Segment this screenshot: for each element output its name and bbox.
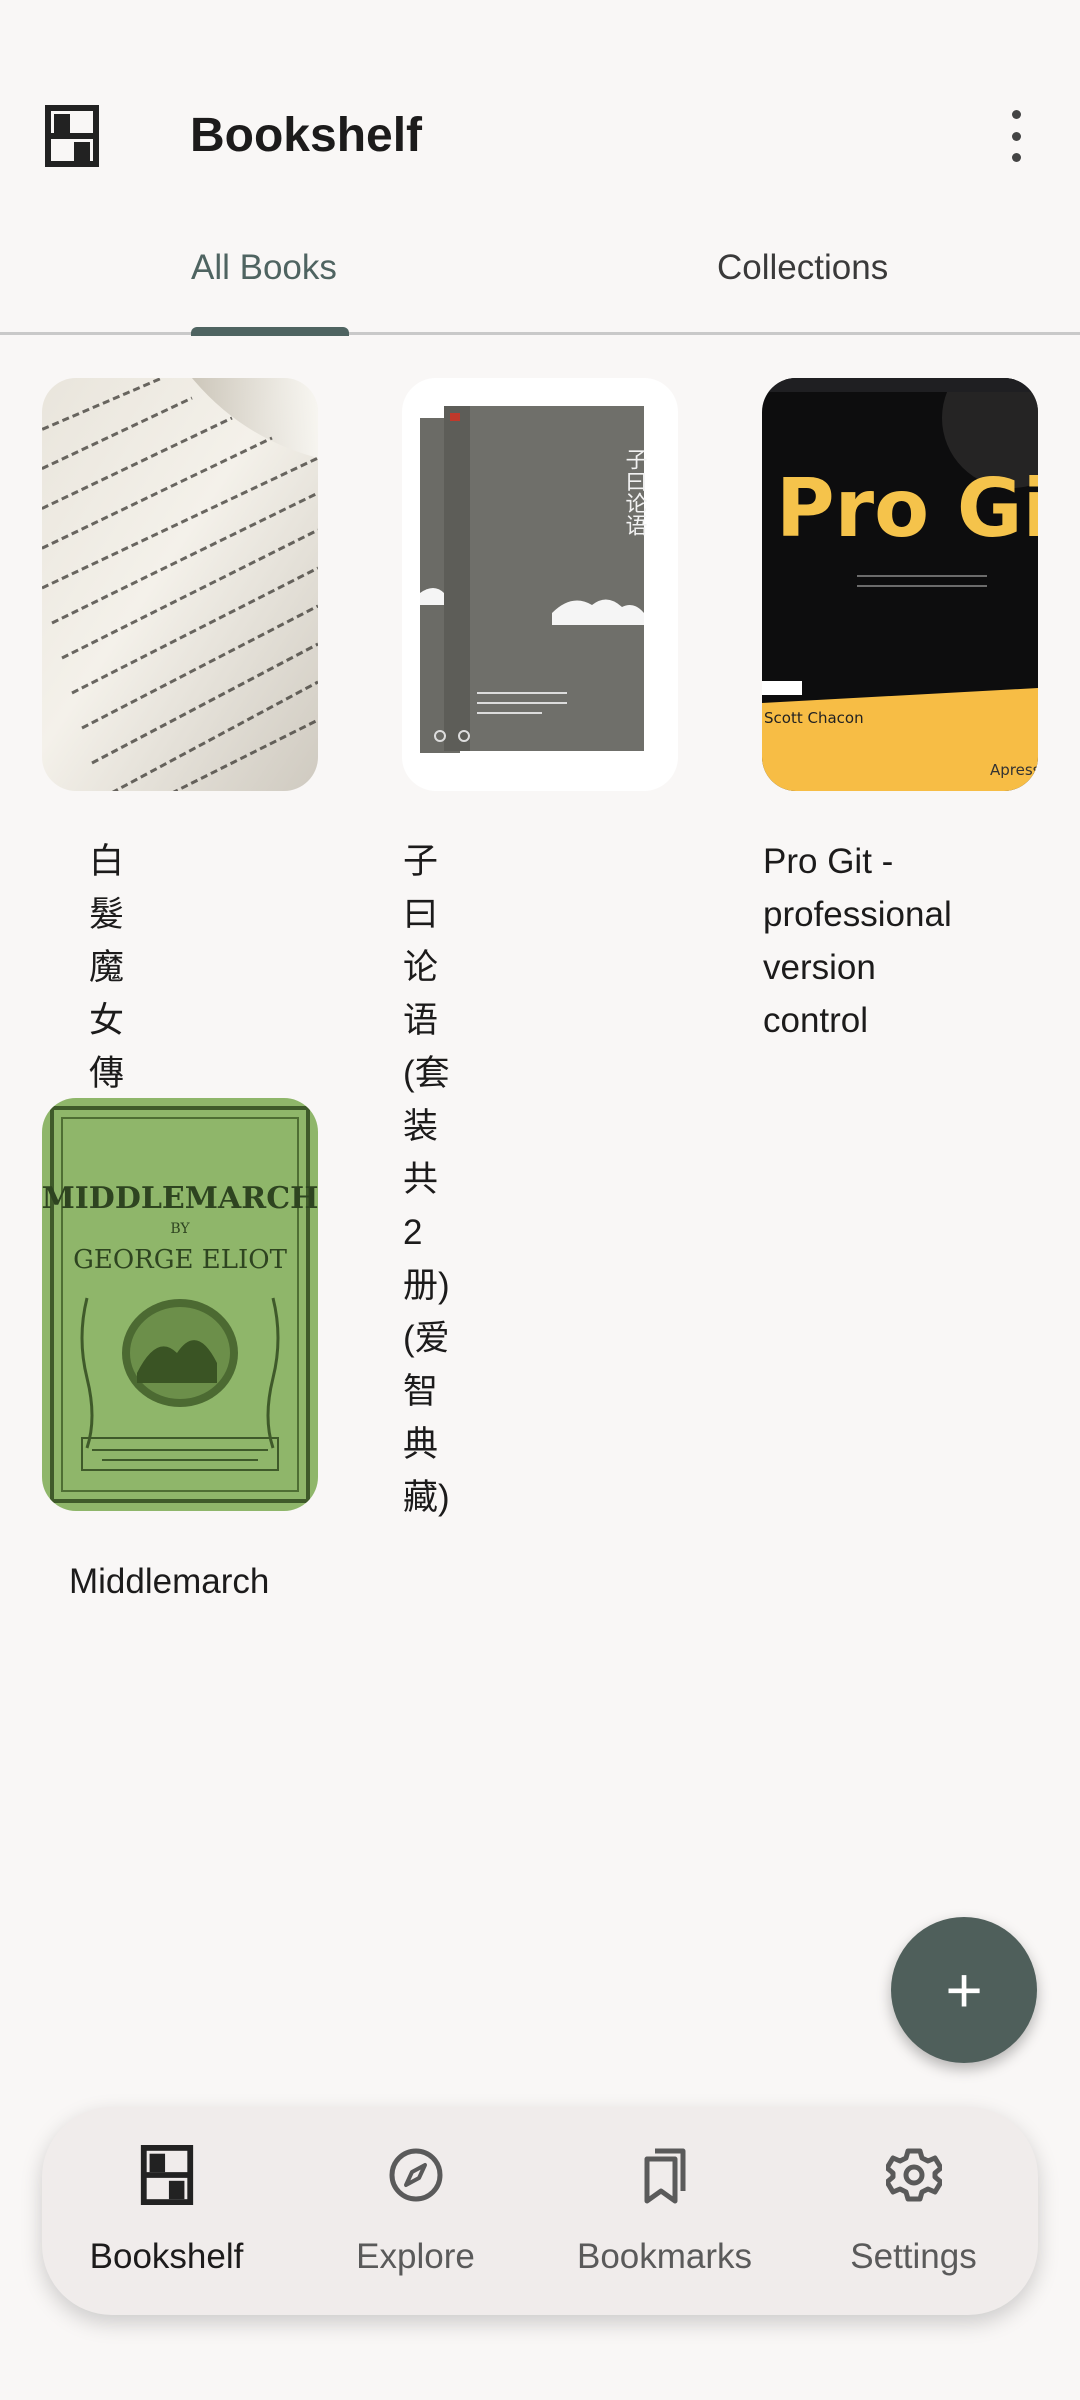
tab-indicator (191, 327, 349, 336)
bookshelf-icon (45, 105, 99, 167)
cover-text: MIDDLEMARCH (42, 1181, 318, 1216)
bottom-navigation: Bookshelf Explore Bookmarks Settings (42, 2107, 1038, 2315)
book-cover: 子曰论语 (402, 378, 678, 791)
cover-text: Pro Git (776, 462, 1038, 555)
tab-bar: All Books Collections (0, 230, 1080, 336)
plus-icon: + (945, 1954, 983, 2026)
bookshelf-icon (140, 2145, 194, 2205)
nav-item-bookshelf[interactable]: Bookshelf (42, 2107, 291, 2315)
more-vert-icon[interactable] (1003, 110, 1029, 162)
book-title: Middlemarch (69, 1562, 270, 1601)
nav-item-settings[interactable]: Settings (789, 2107, 1038, 2315)
cover-author: GEORGE ELIOT (73, 1245, 287, 1275)
book-cover: MIDDLEMARCH BY GEORGE ELIOT (42, 1098, 318, 1511)
nav-label: Explore (356, 2237, 475, 2276)
cover-by: BY (170, 1221, 190, 1237)
nav-label: Bookmarks (576, 2237, 753, 2276)
book-title: 子曰论语(套装共 2册) (爱智典藏) (403, 842, 450, 1517)
add-book-button[interactable]: + (891, 1917, 1037, 2063)
bookmarks-icon (644, 2148, 686, 2204)
nav-label: Settings (850, 2237, 977, 2276)
cover-author: Scott Chacon (764, 709, 864, 727)
book-title: 白髮魔女傳 (89, 842, 125, 1093)
top-app-bar: Bookshelf (0, 0, 1080, 210)
bookshelf-screen: Bookshelf All Books Collections 白髮魔女傳 子曰… (0, 0, 1080, 2400)
page-title: Bookshelf (190, 109, 423, 162)
book-cover (42, 378, 318, 791)
tab-all-books[interactable]: All Books (191, 248, 337, 288)
gear-icon (886, 2148, 942, 2202)
cover-text: 子曰论语 (622, 448, 648, 536)
cover-publisher: Apress (990, 761, 1038, 779)
nav-item-explore[interactable]: Explore (291, 2107, 540, 2315)
book-title: Pro Git - professional version control (763, 842, 952, 1040)
book-cover: Pro Git Scott Chacon Apress (762, 378, 1038, 791)
nav-label: Bookshelf (89, 2237, 244, 2276)
tab-collections[interactable]: Collections (717, 248, 888, 288)
compass-icon (389, 2148, 443, 2202)
nav-item-bookmarks[interactable]: Bookmarks (540, 2107, 789, 2315)
